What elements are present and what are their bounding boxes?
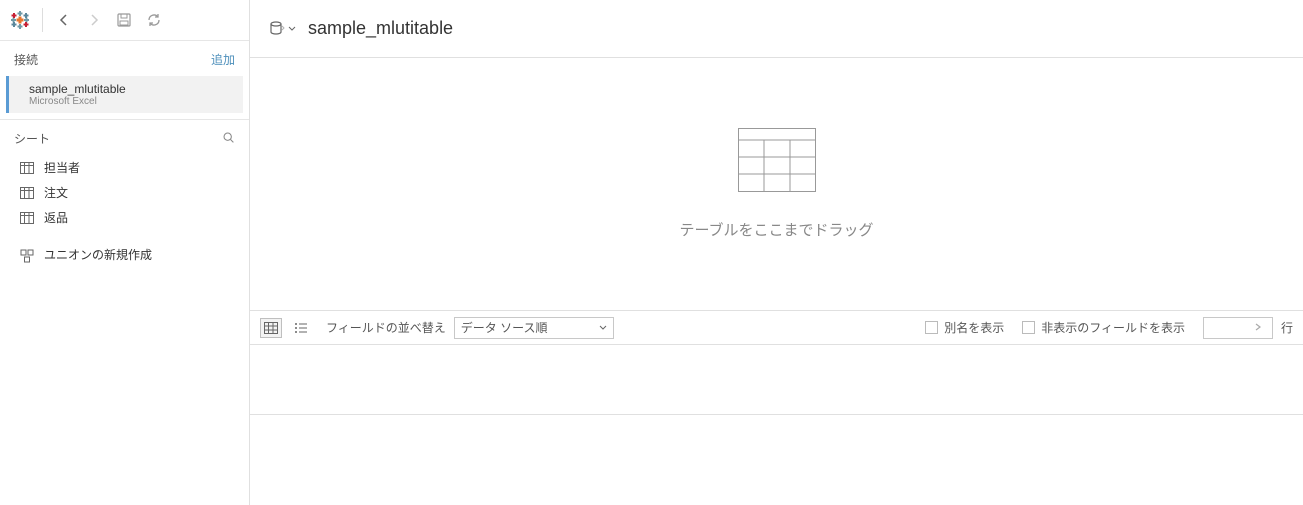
lower-blank-area bbox=[250, 415, 1303, 505]
data-preview-area bbox=[250, 345, 1303, 415]
sheet-item[interactable]: 返品 bbox=[0, 205, 249, 230]
datasource-header: sample_mlutitable bbox=[250, 0, 1303, 58]
checkbox-icon bbox=[1022, 321, 1035, 334]
options-bar: フィールドの並べ替え データ ソース順 別名を表示 非表示のフィールドを表示 行 bbox=[250, 311, 1303, 345]
connection-type: Microsoft Excel bbox=[29, 96, 229, 107]
checkbox-icon bbox=[925, 321, 938, 334]
sheet-item[interactable]: 注文 bbox=[0, 180, 249, 205]
rows-count-input[interactable] bbox=[1203, 317, 1273, 339]
database-icon[interactable] bbox=[268, 20, 296, 38]
sheet-list: 担当者 注文 返品 ユニオンの新規作成 bbox=[0, 153, 249, 277]
search-icon[interactable] bbox=[222, 131, 235, 147]
connection-item[interactable]: sample_mlutitable Microsoft Excel bbox=[6, 76, 243, 113]
table-icon bbox=[20, 187, 34, 199]
sort-fields-label: フィールドの並べ替え bbox=[326, 319, 446, 336]
connection-name: sample_mlutitable bbox=[29, 82, 229, 96]
union-icon bbox=[20, 249, 34, 261]
list-view-button[interactable] bbox=[290, 318, 312, 338]
sheet-label: 担当者 bbox=[44, 159, 80, 176]
tableau-logo-icon bbox=[10, 10, 30, 30]
drop-hint-text: テーブルをここまでドラッグ bbox=[679, 219, 873, 240]
connections-header: 接続 追加 bbox=[0, 41, 249, 76]
toolbar-separator bbox=[42, 8, 43, 32]
show-hidden-checkbox[interactable]: 非表示のフィールドを表示 bbox=[1022, 319, 1185, 336]
sheet-item[interactable]: 担当者 bbox=[0, 155, 249, 180]
save-icon[interactable] bbox=[115, 11, 133, 29]
sheet-label: 返品 bbox=[44, 209, 68, 226]
chevron-down-icon bbox=[599, 324, 607, 332]
show-alias-checkbox[interactable]: 別名を表示 bbox=[925, 319, 1004, 336]
table-icon bbox=[20, 162, 34, 174]
table-icon bbox=[20, 212, 34, 224]
sidebar: 接続 追加 sample_mlutitable Microsoft Excel … bbox=[0, 0, 250, 505]
add-connection-link[interactable]: 追加 bbox=[211, 51, 235, 68]
show-hidden-label: 非表示のフィールドを表示 bbox=[1041, 319, 1185, 336]
union-label: ユニオンの新規作成 bbox=[44, 246, 152, 263]
sheets-label: シート bbox=[14, 130, 50, 147]
sort-fields-value: データ ソース順 bbox=[461, 319, 548, 336]
sort-fields-select[interactable]: データ ソース順 bbox=[454, 317, 614, 339]
main-area: sample_mlutitable テーブルをここまでドラッグ bbox=[250, 0, 1303, 505]
rows-label: 行 bbox=[1281, 319, 1293, 336]
sheet-label: 注文 bbox=[44, 184, 68, 201]
arrow-right-icon bbox=[1254, 321, 1264, 335]
drop-canvas[interactable]: テーブルをここまでドラッグ bbox=[250, 58, 1303, 311]
datasource-title[interactable]: sample_mlutitable bbox=[308, 18, 453, 39]
forward-icon[interactable] bbox=[85, 11, 103, 29]
drop-grid-icon bbox=[738, 128, 816, 195]
show-alias-label: 別名を表示 bbox=[944, 319, 1004, 336]
new-union-item[interactable]: ユニオンの新規作成 bbox=[0, 242, 249, 267]
sheets-header: シート bbox=[0, 120, 249, 153]
refresh-icon[interactable] bbox=[145, 11, 163, 29]
connections-label: 接続 bbox=[14, 51, 38, 68]
back-icon[interactable] bbox=[55, 11, 73, 29]
grid-view-button[interactable] bbox=[260, 318, 282, 338]
